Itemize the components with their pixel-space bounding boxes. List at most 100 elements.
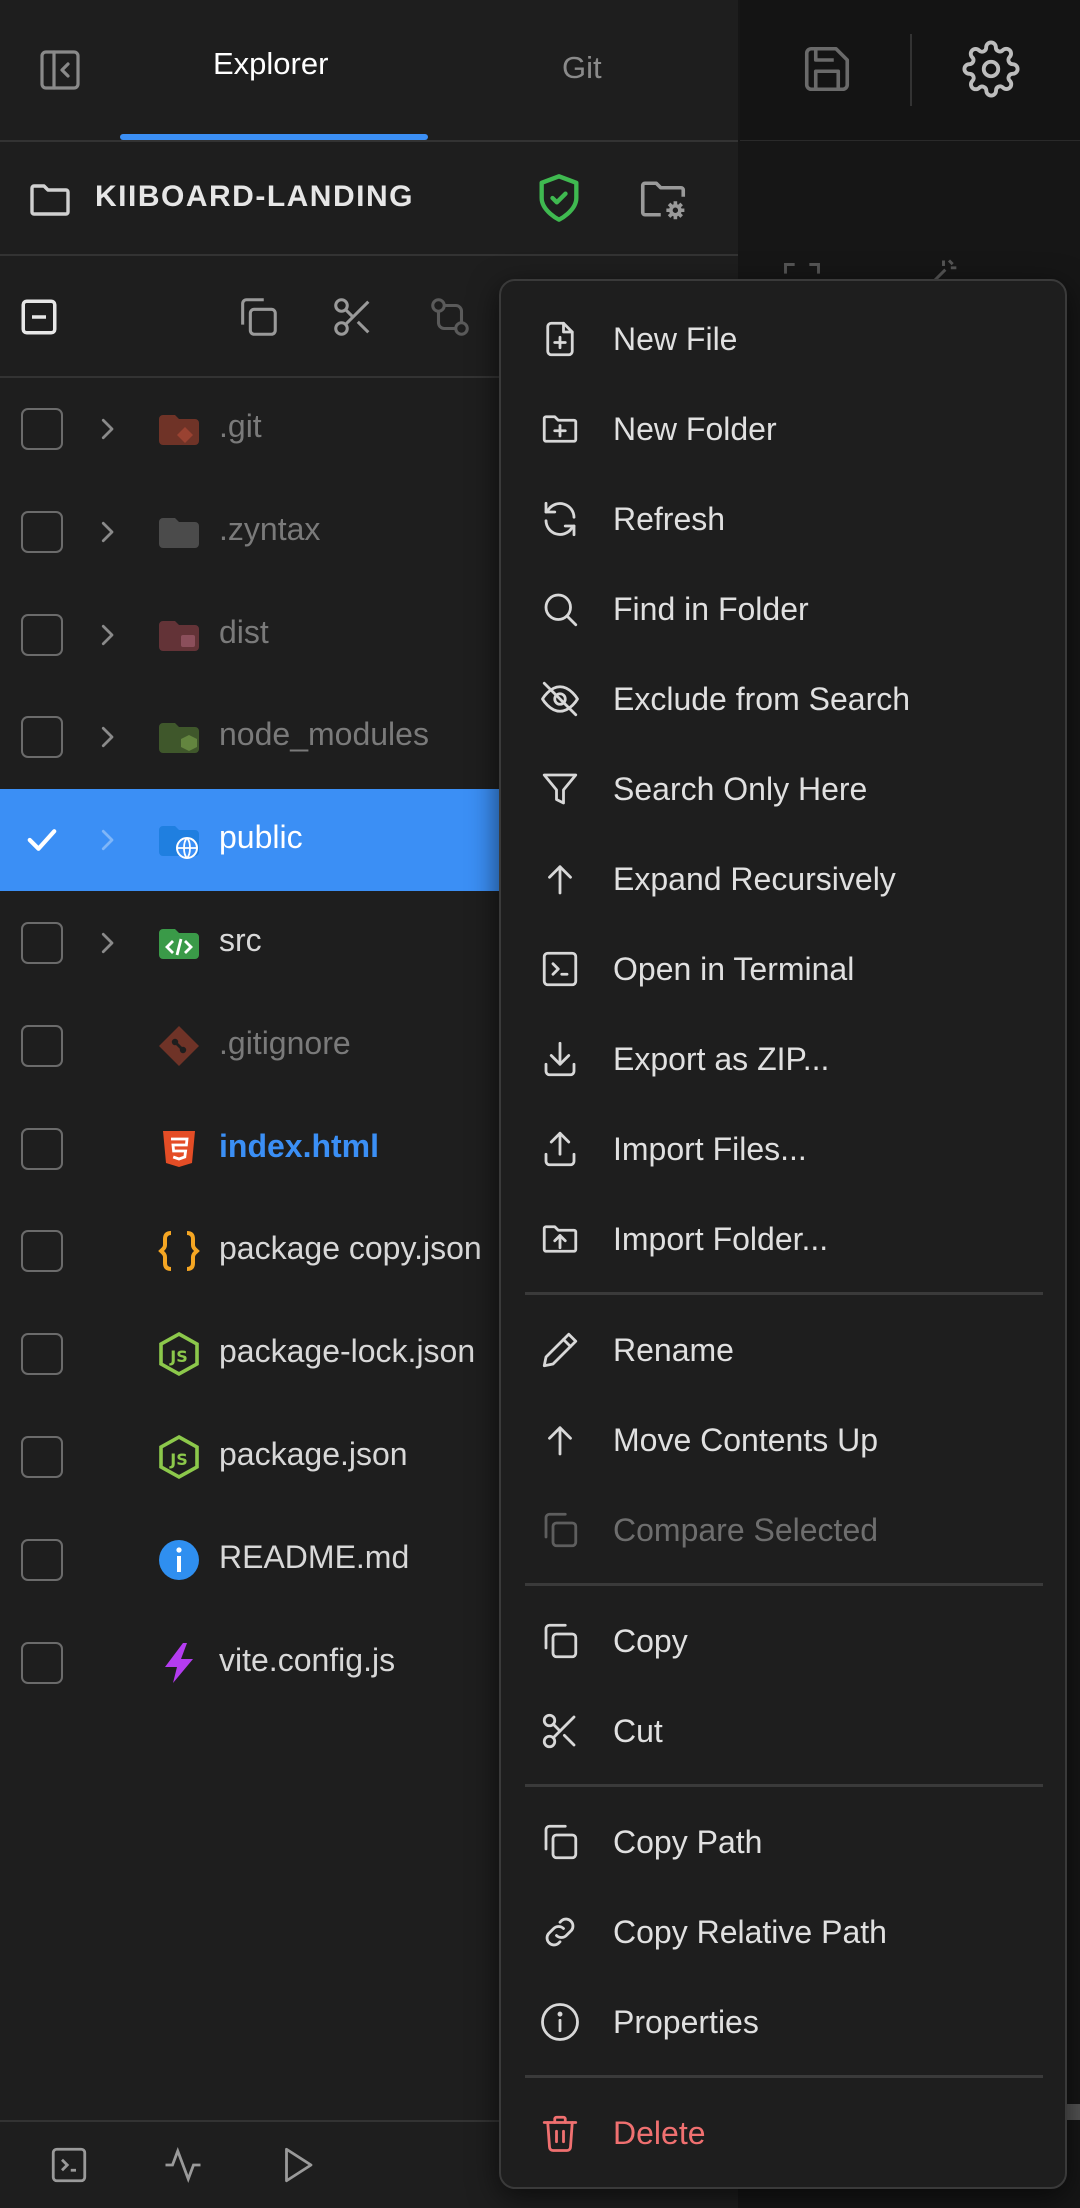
tree-item-label: vite.config.js (219, 1641, 396, 1678)
row-checkbox[interactable] (21, 922, 63, 964)
cut-toolbar-button[interactable] (330, 294, 376, 340)
menu-item-exclude-from-search[interactable]: Exclude from Search (501, 654, 1065, 744)
row-checkbox[interactable] (21, 1641, 63, 1684)
chevron-right-icon[interactable] (92, 620, 122, 650)
src-folder-icon (155, 919, 203, 967)
settings-button[interactable] (962, 40, 1020, 98)
menu-item-copy-path[interactable]: Copy Path (501, 1797, 1065, 1887)
tree-item-label: index.html (219, 1127, 380, 1164)
copy-icon (241, 298, 277, 336)
menu-separator (525, 2075, 1043, 2078)
menu-item-label: Copy Relative Path (613, 1914, 887, 1950)
row-checkbox[interactable] (21, 510, 63, 553)
node-folder-icon (155, 713, 203, 761)
menu-item-label: New Folder (613, 411, 777, 447)
security-status-button[interactable] (533, 172, 585, 224)
menu-item-delete[interactable]: Delete (501, 2088, 1065, 2178)
public-folder-icon (155, 816, 203, 864)
info-circle-icon (539, 2001, 581, 2043)
arrow-up-icon (539, 858, 581, 900)
menu-item-copy-relative-path[interactable]: Copy Relative Path (501, 1887, 1065, 1977)
menu-item-cut[interactable]: Cut (501, 1686, 1065, 1776)
nodejs-icon: JS (155, 1433, 203, 1481)
search-icon (539, 588, 581, 630)
row-checkbox[interactable] (21, 819, 63, 861)
editor-secondary-toolbar (740, 140, 1080, 299)
filter-icon (539, 768, 581, 810)
save-button[interactable] (800, 42, 854, 96)
menu-item-refresh[interactable]: Refresh (501, 474, 1065, 564)
compare-toolbar-button[interactable] (427, 294, 473, 340)
tree-item-label: dist (219, 613, 269, 650)
json-braces-icon (155, 1227, 203, 1275)
refresh-icon (539, 498, 581, 540)
row-checkbox[interactable] (21, 1127, 63, 1170)
menu-item-new-file[interactable]: New File (501, 294, 1065, 384)
menu-item-import-folder[interactable]: Import Folder... (501, 1194, 1065, 1284)
menu-item-export-as-zip[interactable]: Export as ZIP... (501, 1014, 1065, 1104)
gear-icon (962, 40, 1020, 98)
row-checkbox[interactable] (21, 716, 63, 759)
new-file-icon (539, 318, 581, 360)
tree-item-label: src (219, 922, 262, 958)
activity-button[interactable] (162, 2144, 204, 2186)
toggle-sidebar-button[interactable] (36, 46, 84, 94)
info-icon (155, 1536, 203, 1584)
chevron-right-icon[interactable] (92, 928, 122, 958)
row-checkbox[interactable] (21, 1538, 63, 1581)
tree-item-label: .gitignore (219, 1024, 351, 1061)
folder-icon (30, 184, 70, 216)
tree-item-label: README.md (219, 1538, 410, 1575)
menu-item-import-files[interactable]: Import Files... (501, 1104, 1065, 1194)
tree-item-label: node_modules (219, 716, 429, 753)
row-checkbox[interactable] (21, 1024, 63, 1067)
vite-icon (155, 1639, 203, 1687)
row-checkbox[interactable] (21, 1333, 63, 1376)
new-folder-icon (539, 408, 581, 450)
menu-item-find-in-folder[interactable]: Find in Folder (501, 564, 1065, 654)
menu-item-label: Find in Folder (613, 591, 809, 627)
menu-item-compare-selected: Compare Selected (501, 1485, 1065, 1575)
menu-item-label: Copy (613, 1623, 688, 1659)
menu-item-open-in-terminal[interactable]: Open in Terminal (501, 924, 1065, 1014)
scroll-indicator (1066, 2104, 1080, 2120)
row-checkbox[interactable] (21, 1436, 63, 1478)
nodejs-icon: JS (155, 1330, 203, 1378)
chevron-right-icon[interactable] (92, 825, 122, 855)
arrow-up-icon (539, 1419, 581, 1461)
terminal-button[interactable] (48, 2144, 90, 2186)
run-button[interactable] (276, 2144, 318, 2186)
menu-item-label: Delete (613, 2115, 706, 2151)
eye-off-icon (539, 678, 581, 720)
menu-item-new-folder[interactable]: New Folder (501, 384, 1065, 474)
menu-item-search-only-here[interactable]: Search Only Here (501, 744, 1065, 834)
context-menu: New File New Folder Refresh Find in Folder E… (499, 279, 1067, 2189)
upload-icon (539, 1128, 581, 1170)
scissors-icon (539, 1710, 581, 1752)
menu-item-rename[interactable]: Rename (501, 1305, 1065, 1395)
menu-item-properties[interactable]: Properties (501, 1977, 1065, 2067)
menu-item-label: Copy Path (613, 1824, 763, 1860)
folder-settings-button[interactable] (636, 172, 690, 226)
row-checkbox[interactable] (21, 613, 63, 656)
menu-item-copy[interactable]: Copy (501, 1596, 1065, 1686)
tab-git[interactable]: Git (480, 0, 688, 140)
row-checkbox[interactable] (21, 1230, 63, 1273)
chevron-right-icon[interactable] (92, 517, 122, 547)
active-tab-indicator (120, 134, 428, 140)
toolbar-divider (910, 34, 912, 106)
menu-item-expand-recursively[interactable]: Expand Recursively (501, 834, 1065, 924)
folder-upload-icon (539, 1218, 581, 1260)
tab-explorer[interactable]: Explorer (120, 0, 428, 140)
collapse-all-button[interactable] (18, 296, 60, 338)
git-compare-icon (431, 298, 469, 336)
copy-toolbar-button[interactable] (235, 294, 281, 340)
menu-item-label: Cut (613, 1713, 663, 1749)
chevron-right-icon[interactable] (92, 722, 122, 752)
tab-explorer-label: Explorer (213, 46, 329, 81)
menu-item-move-contents-up[interactable]: Move Contents Up (501, 1395, 1065, 1485)
row-checkbox[interactable] (21, 408, 63, 450)
chevron-right-icon[interactable] (92, 414, 122, 444)
pencil-icon (539, 1329, 581, 1371)
svg-text:JS: JS (169, 1450, 187, 1469)
